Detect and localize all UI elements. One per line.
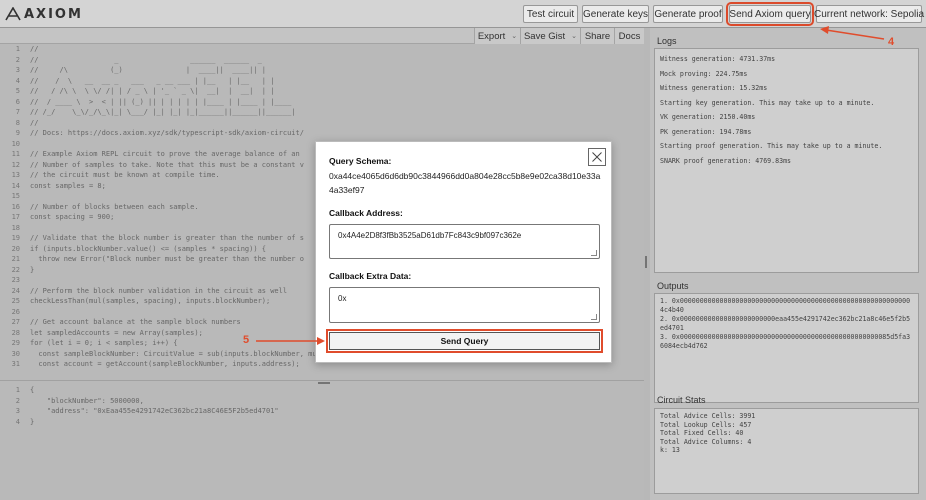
arrow-step-4 <box>825 29 885 40</box>
arrowhead-step-5 <box>317 337 325 345</box>
annotation-step-4: 4 <box>888 36 895 48</box>
arrowhead-step-4 <box>820 26 829 34</box>
annotation-step-5: 5 <box>243 334 250 346</box>
annotation-arrows <box>256 26 885 345</box>
